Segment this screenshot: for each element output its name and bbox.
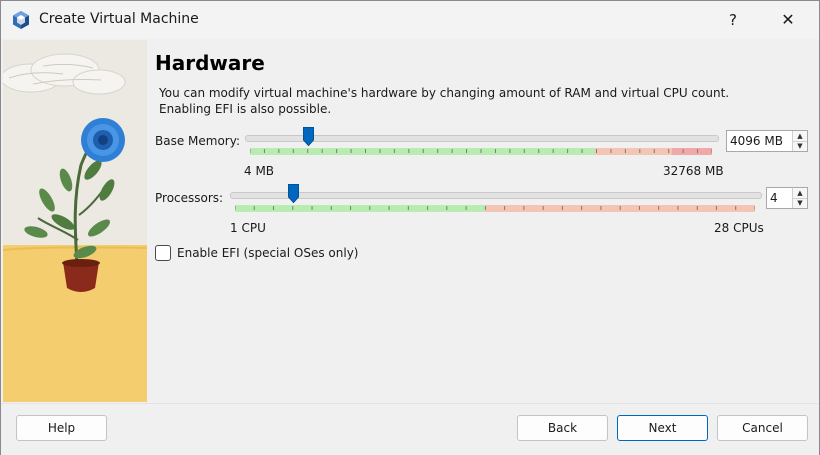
help-button[interactable]: Help [16, 415, 107, 441]
virtualbox-cube-icon [13, 11, 29, 29]
memory-slider-track[interactable] [245, 135, 719, 142]
cancel-button[interactable]: Cancel [717, 415, 808, 441]
page-description: You can modify virtual machine's hardwar… [159, 85, 759, 117]
enable-efi-label[interactable]: Enable EFI (special OSes only) [177, 246, 358, 260]
create-vm-dialog: Create Virtual Machine ? ✕ Hardware You … [0, 0, 820, 455]
wizard-illustration [3, 40, 147, 402]
memory-value: 4096 MB [730, 134, 783, 148]
memory-slider-handle[interactable] [303, 127, 314, 146]
memory-ticks [250, 149, 712, 153]
processors-max-label: 28 CPUs [714, 221, 764, 235]
close-button[interactable]: ✕ [773, 7, 803, 33]
memory-spinbox[interactable]: 4096 MB ▲ ▼ [726, 130, 808, 152]
processors-slider-handle[interactable] [288, 184, 299, 203]
base-memory-label: Base Memory: [155, 134, 241, 148]
description-line-2: Enabling EFI is also possible. [159, 102, 332, 116]
window-title: Create Virtual Machine [39, 11, 199, 27]
arrow-down-icon[interactable]: ▼ [793, 198, 807, 208]
processors-slider-track[interactable] [230, 192, 762, 199]
arrow-down-icon[interactable]: ▼ [793, 141, 807, 151]
processors-label: Processors: [155, 191, 224, 205]
title-bar: Create Virtual Machine ? ✕ [1, 1, 819, 39]
next-button[interactable]: Next [617, 415, 708, 441]
processors-spinbox[interactable]: 4 ▲ ▼ [766, 187, 808, 209]
processors-value: 4 [770, 191, 778, 205]
description-line-1: You can modify virtual machine's hardwar… [159, 86, 730, 100]
enable-efi-checkbox[interactable] [155, 245, 171, 261]
page-title: Hardware [155, 51, 265, 75]
memory-scale [250, 148, 712, 155]
processors-ticks [235, 206, 755, 210]
memory-min-label: 4 MB [244, 164, 275, 178]
processors-min-label: 1 CPU [230, 221, 266, 235]
processors-scale [235, 205, 755, 212]
memory-max-label: 32768 MB [663, 164, 724, 178]
back-button[interactable]: Back [517, 415, 608, 441]
help-title-button[interactable]: ? [719, 7, 747, 33]
